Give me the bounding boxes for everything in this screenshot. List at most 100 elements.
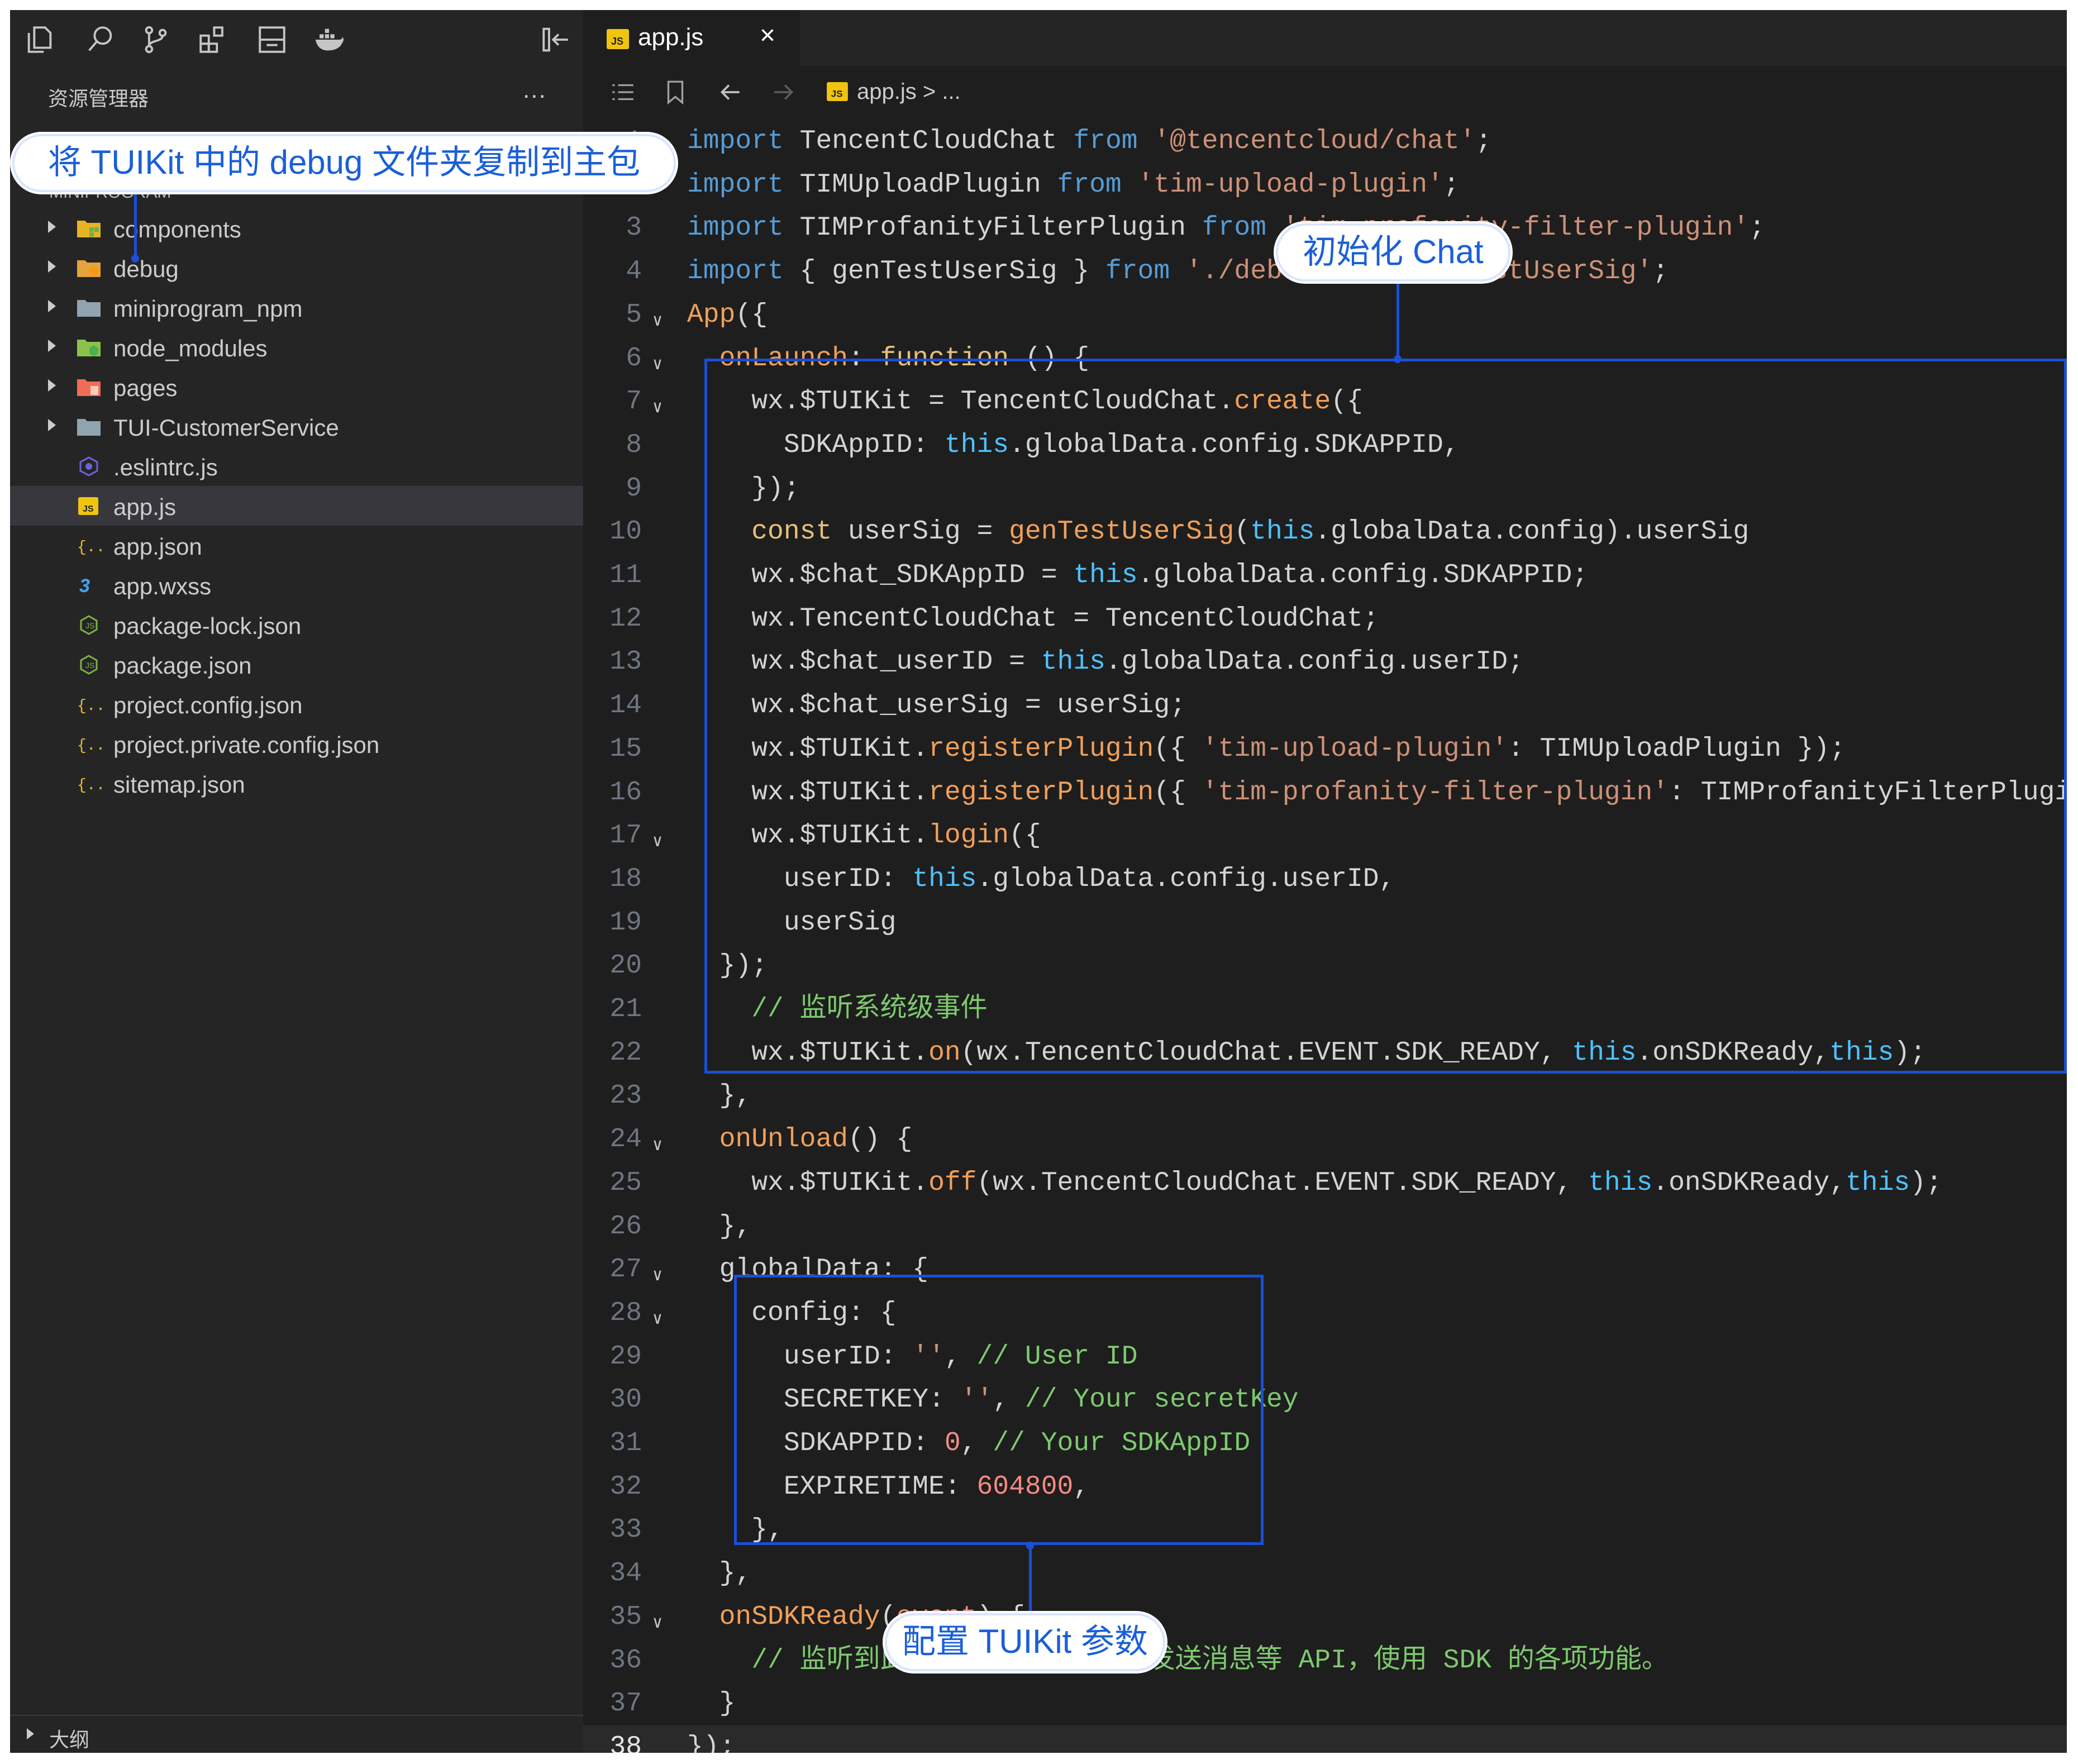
line-number: 23 xyxy=(609,1081,642,1112)
code-token: } xyxy=(687,1689,736,1719)
tab-app-js[interactable]: JS app.js × xyxy=(583,10,800,66)
line-number: 24 xyxy=(609,1124,642,1155)
folder-item[interactable]: node_modules xyxy=(10,327,583,367)
item-label: TUI-CustomerService xyxy=(113,414,339,441)
breadcrumb-rest: > ... xyxy=(916,79,961,104)
line-number: 10 xyxy=(609,517,642,547)
item-label: components xyxy=(113,216,241,242)
svg-text:{..}: {..} xyxy=(77,698,102,715)
chevron-right-icon xyxy=(48,340,56,352)
file-item[interactable]: {..} sitemap.json xyxy=(10,764,583,803)
folder-icon xyxy=(76,297,102,319)
file-item[interactable]: {..} app.json xyxy=(10,526,583,565)
folder-item[interactable]: components xyxy=(10,208,583,248)
folder-item[interactable]: debug xyxy=(10,248,583,288)
back-arrow-icon[interactable] xyxy=(716,78,744,106)
line-number: 18 xyxy=(609,864,642,894)
line-number: 8 xyxy=(626,430,642,460)
item-label: debug xyxy=(113,256,179,282)
outline-section[interactable]: 大纲 xyxy=(10,1715,583,1753)
explorer-title: 资源管理器 xyxy=(48,87,149,110)
close-icon[interactable]: × xyxy=(760,20,775,51)
code-line: 36 // 监听到此事件后可调用 SDK 发送消息等 API，使用 SDK 的各… xyxy=(583,1639,2067,1682)
folder-item[interactable]: pages xyxy=(10,367,583,407)
code-token: this xyxy=(1588,1167,1653,1198)
line-number: 12 xyxy=(609,603,642,634)
line-number: 4 xyxy=(626,256,642,287)
activity-bar xyxy=(10,10,583,66)
item-label: .eslintrc.js xyxy=(113,454,218,480)
code-token: 'tim-upload-plugin' xyxy=(1137,169,1443,200)
chevron-right-icon xyxy=(48,221,56,233)
docker-icon[interactable] xyxy=(313,23,345,56)
item-label: package.json xyxy=(113,652,252,679)
npm-icon: JS xyxy=(76,654,102,676)
svg-text:JS: JS xyxy=(611,36,623,47)
code-line: 5 ∨ App({ xyxy=(583,293,2067,337)
code-token: ; xyxy=(1749,213,1765,244)
line-number: 26 xyxy=(609,1211,642,1242)
code-token: '@tencentcloud/chat' xyxy=(1154,126,1476,156)
js-file-icon: JS xyxy=(76,495,102,517)
code-line: 24 ∨ onUnload() { xyxy=(583,1118,2067,1161)
code-token: genTestUserSig xyxy=(832,256,1074,287)
file-item[interactable]: {..} project.private.config.json xyxy=(10,724,583,764)
code-token: App xyxy=(687,299,736,330)
breadcrumb[interactable]: JS app.js > ... xyxy=(827,79,961,104)
line-number: 9 xyxy=(626,473,642,504)
line-number: 36 xyxy=(609,1645,642,1676)
source-control-icon[interactable] xyxy=(140,23,172,56)
collapse-panel-icon[interactable] xyxy=(540,23,572,56)
line-number: 15 xyxy=(609,733,642,764)
code-token: from xyxy=(1105,256,1186,287)
svg-text:JS: JS xyxy=(85,661,94,670)
code-token: ({ xyxy=(735,299,768,330)
code-line: 38}); xyxy=(583,1725,2067,1753)
code-text: }, xyxy=(687,1552,752,1595)
json-icon: {..} xyxy=(76,733,115,755)
code-text: }, xyxy=(687,1074,752,1118)
file-item[interactable]: 3 app.wxss xyxy=(10,565,583,605)
line-number: 38 xyxy=(609,1732,642,1753)
line-number: 14 xyxy=(609,690,642,721)
bookmark-icon[interactable] xyxy=(661,78,689,106)
item-label: project.config.json xyxy=(113,692,303,718)
extensions-icon[interactable] xyxy=(197,23,229,56)
folder-item[interactable]: miniprogram_npm xyxy=(10,288,583,327)
code-token: (wx.TencentCloudChat.EVENT.SDK_READY, xyxy=(976,1167,1589,1198)
file-item[interactable]: JS package.json xyxy=(10,645,583,684)
more-actions-button[interactable]: ... xyxy=(523,76,547,104)
js-file-icon: JS xyxy=(607,29,629,49)
panel-icon[interactable] xyxy=(256,23,288,56)
folder-item[interactable]: TUI-CustomerService xyxy=(10,407,583,446)
code-token: off xyxy=(928,1167,977,1198)
item-label: package-lock.json xyxy=(113,613,302,639)
code-token: }, xyxy=(687,1558,752,1589)
list-icon[interactable] xyxy=(609,78,637,106)
svg-text:JS: JS xyxy=(83,504,94,514)
file-item[interactable]: JS package-lock.json xyxy=(10,605,583,645)
code-text: onUnload() { xyxy=(687,1118,913,1161)
file-item[interactable]: JS app.js xyxy=(10,486,583,526)
line-number: 34 xyxy=(609,1558,642,1589)
code-token: }, xyxy=(687,1211,752,1242)
code-text: App({ xyxy=(687,293,768,337)
file-item[interactable]: .eslintrc.js xyxy=(10,446,583,486)
line-number: 28 xyxy=(609,1298,642,1328)
code-text: }, xyxy=(687,1205,752,1248)
code-token: import xyxy=(687,169,800,200)
json-icon: {..} xyxy=(76,693,115,716)
json-icon: {..} xyxy=(76,535,115,557)
svg-text:JS: JS xyxy=(831,88,843,99)
css-icon: 3 xyxy=(76,574,102,597)
file-item[interactable]: {..} project.config.json xyxy=(10,684,583,724)
pages-folder-icon xyxy=(76,376,102,398)
code-text: } xyxy=(687,1682,736,1725)
code-line: 26 }, xyxy=(583,1205,2067,1248)
search-icon[interactable] xyxy=(84,23,116,56)
forward-arrow-icon[interactable] xyxy=(770,78,798,106)
item-label: node_modules xyxy=(113,335,268,361)
files-icon[interactable] xyxy=(23,23,56,56)
code-line: 34 }, xyxy=(583,1552,2067,1595)
